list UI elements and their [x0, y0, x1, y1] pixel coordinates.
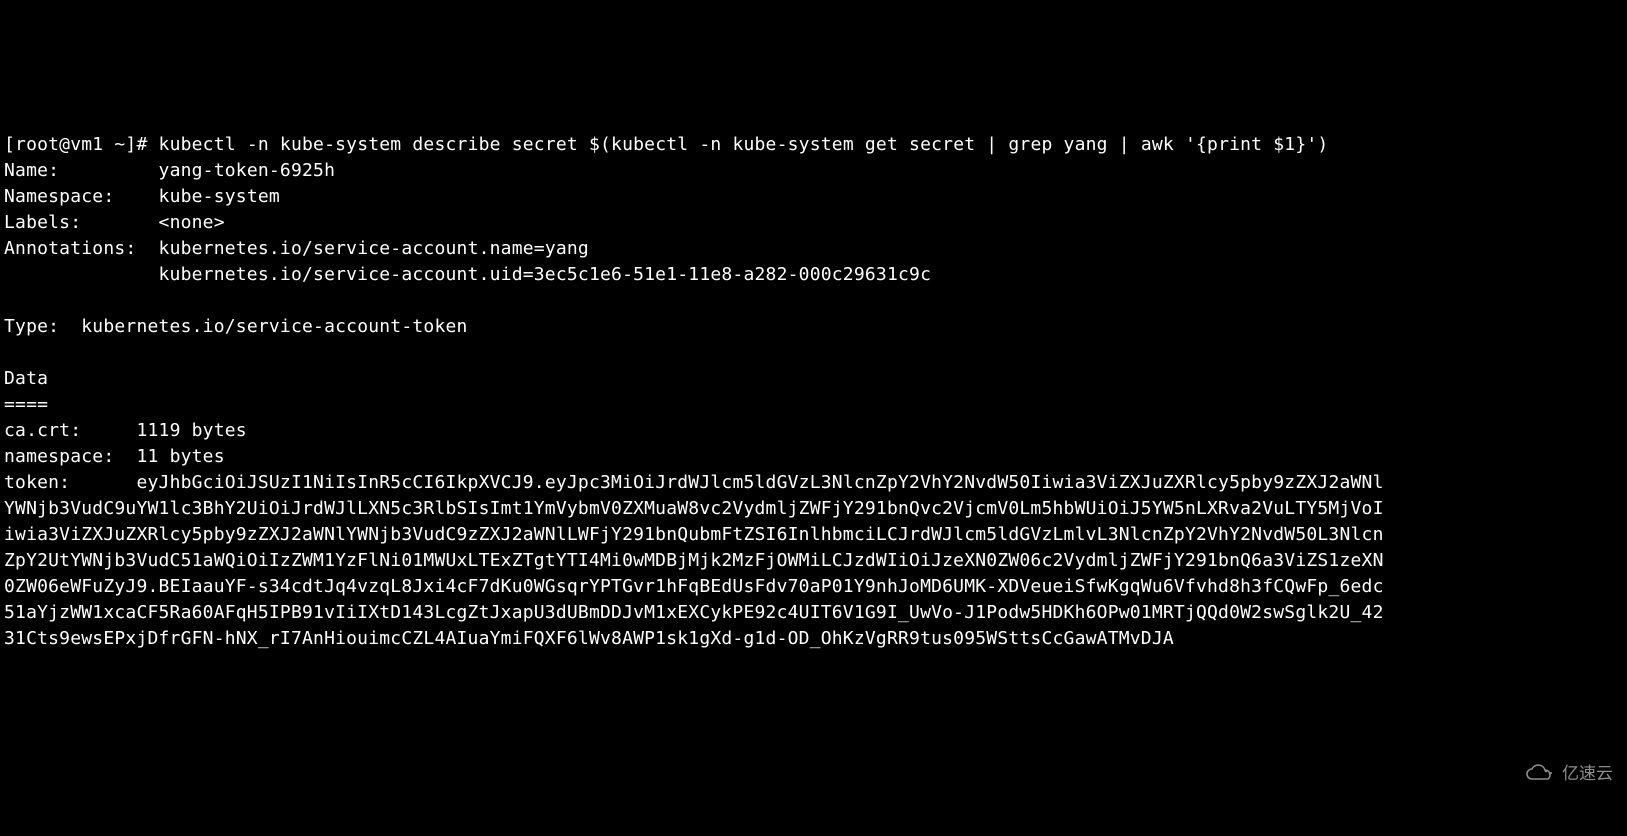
field-annotations-1: Annotations: kubernetes.io/service-accou… — [4, 238, 589, 259]
field-type: Type: kubernetes.io/service-account-toke… — [4, 316, 468, 337]
command-line: [root@vm1 ~]# kubectl -n kube-system des… — [4, 134, 1328, 155]
field-token-4: ZpY2UtYWNjb3VudC51aWQiOiIzZWM1YzFlNi01MW… — [4, 550, 1384, 571]
shell-prompt: [root@vm1 ~]# — [4, 134, 159, 155]
terminal-output[interactable]: [root@vm1 ~]# kubectl -n kube-system des… — [0, 130, 1627, 654]
watermark: 亿速云 — [1524, 712, 1613, 836]
field-token-1: token: eyJhbGciOiJSUzI1NiIsInR5cCI6IkpXV… — [4, 472, 1384, 493]
field-token-2: YWNjb3VudC9uYW1lc3BhY2UiOiJrdWJlLXN5c3Rl… — [4, 498, 1384, 519]
blank-1 — [4, 290, 15, 311]
kubectl-command: kubectl -n kube-system describe secret $… — [159, 134, 1329, 155]
watermark-text: 亿速云 — [1562, 761, 1613, 787]
field-labels: Labels: <none> — [4, 212, 225, 233]
data-separator: ==== — [4, 394, 48, 415]
field-token-5: 0ZW06eWFuZyJ9.BEIaauYF-s34cdtJq4vzqL8Jxi… — [4, 576, 1384, 597]
field-ca-crt: ca.crt: 1119 bytes — [4, 420, 247, 441]
field-token-7: 31Cts9ewsEPxjDfrGFN-hNX_rI7AnHiouimcCZL4… — [4, 628, 1174, 649]
field-token-3: iwia3ViZXJuZXRlcy5pby9zZXJ2aWNlYWNjb3Vud… — [4, 524, 1384, 545]
field-namespace-bytes: namespace: 11 bytes — [4, 446, 225, 467]
blank-2 — [4, 342, 15, 363]
field-annotations-2: kubernetes.io/service-account.uid=3ec5c1… — [4, 264, 931, 285]
field-namespace: Namespace: kube-system — [4, 186, 280, 207]
field-token-6: 51aYjzWW1xcaCF5Ra60AFqH5IPB91vIiIXtD143L… — [4, 602, 1384, 623]
cloud-icon — [1524, 712, 1556, 836]
field-name: Name: yang-token-6925h — [4, 160, 335, 181]
data-header: Data — [4, 368, 48, 389]
